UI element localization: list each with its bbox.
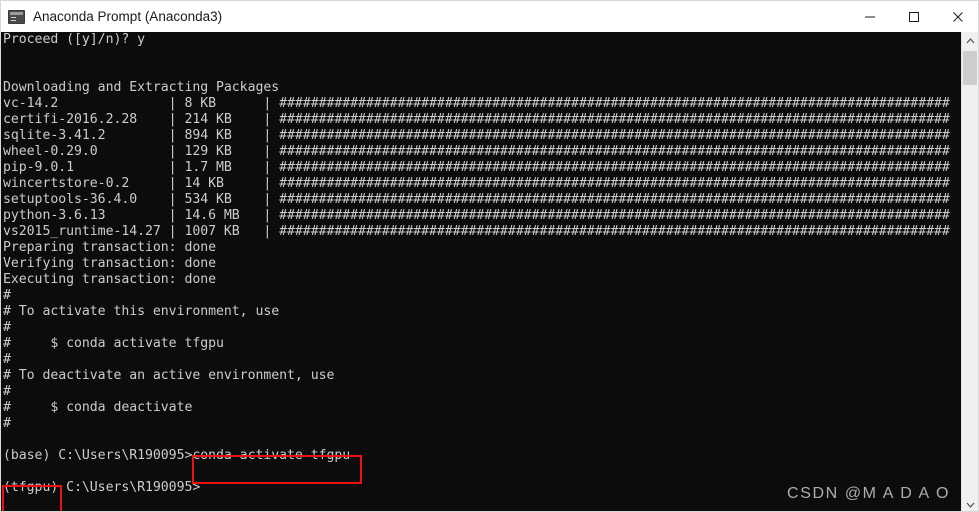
minimize-button[interactable] <box>848 1 892 32</box>
scroll-down-icon <box>966 502 975 508</box>
minimize-icon <box>864 11 876 23</box>
scroll-down-button[interactable] <box>962 496 978 512</box>
maximize-button[interactable] <box>892 1 936 32</box>
terminal-text: Proceed ([y]/n)? y Downloading and Extra… <box>3 32 979 496</box>
scrollbar-thumb[interactable] <box>963 51 977 85</box>
close-button[interactable] <box>936 1 979 32</box>
vertical-scrollbar[interactable] <box>961 32 978 512</box>
close-icon <box>952 11 964 23</box>
titlebar: Anaconda Prompt (Anaconda3) <box>1 1 979 32</box>
titlebar-drag-region[interactable]: Anaconda Prompt (Anaconda3) <box>1 1 848 32</box>
window-controls <box>848 1 979 32</box>
scroll-up-icon <box>966 38 975 44</box>
window-title: Anaconda Prompt (Anaconda3) <box>33 1 222 32</box>
anaconda-prompt-window: Anaconda Prompt (Anaconda3) Pro <box>0 0 979 512</box>
terminal-output-area[interactable]: Proceed ([y]/n)? y Downloading and Extra… <box>1 32 979 512</box>
console-icon <box>8 10 25 24</box>
maximize-icon <box>908 11 920 23</box>
scroll-up-button[interactable] <box>962 32 978 49</box>
